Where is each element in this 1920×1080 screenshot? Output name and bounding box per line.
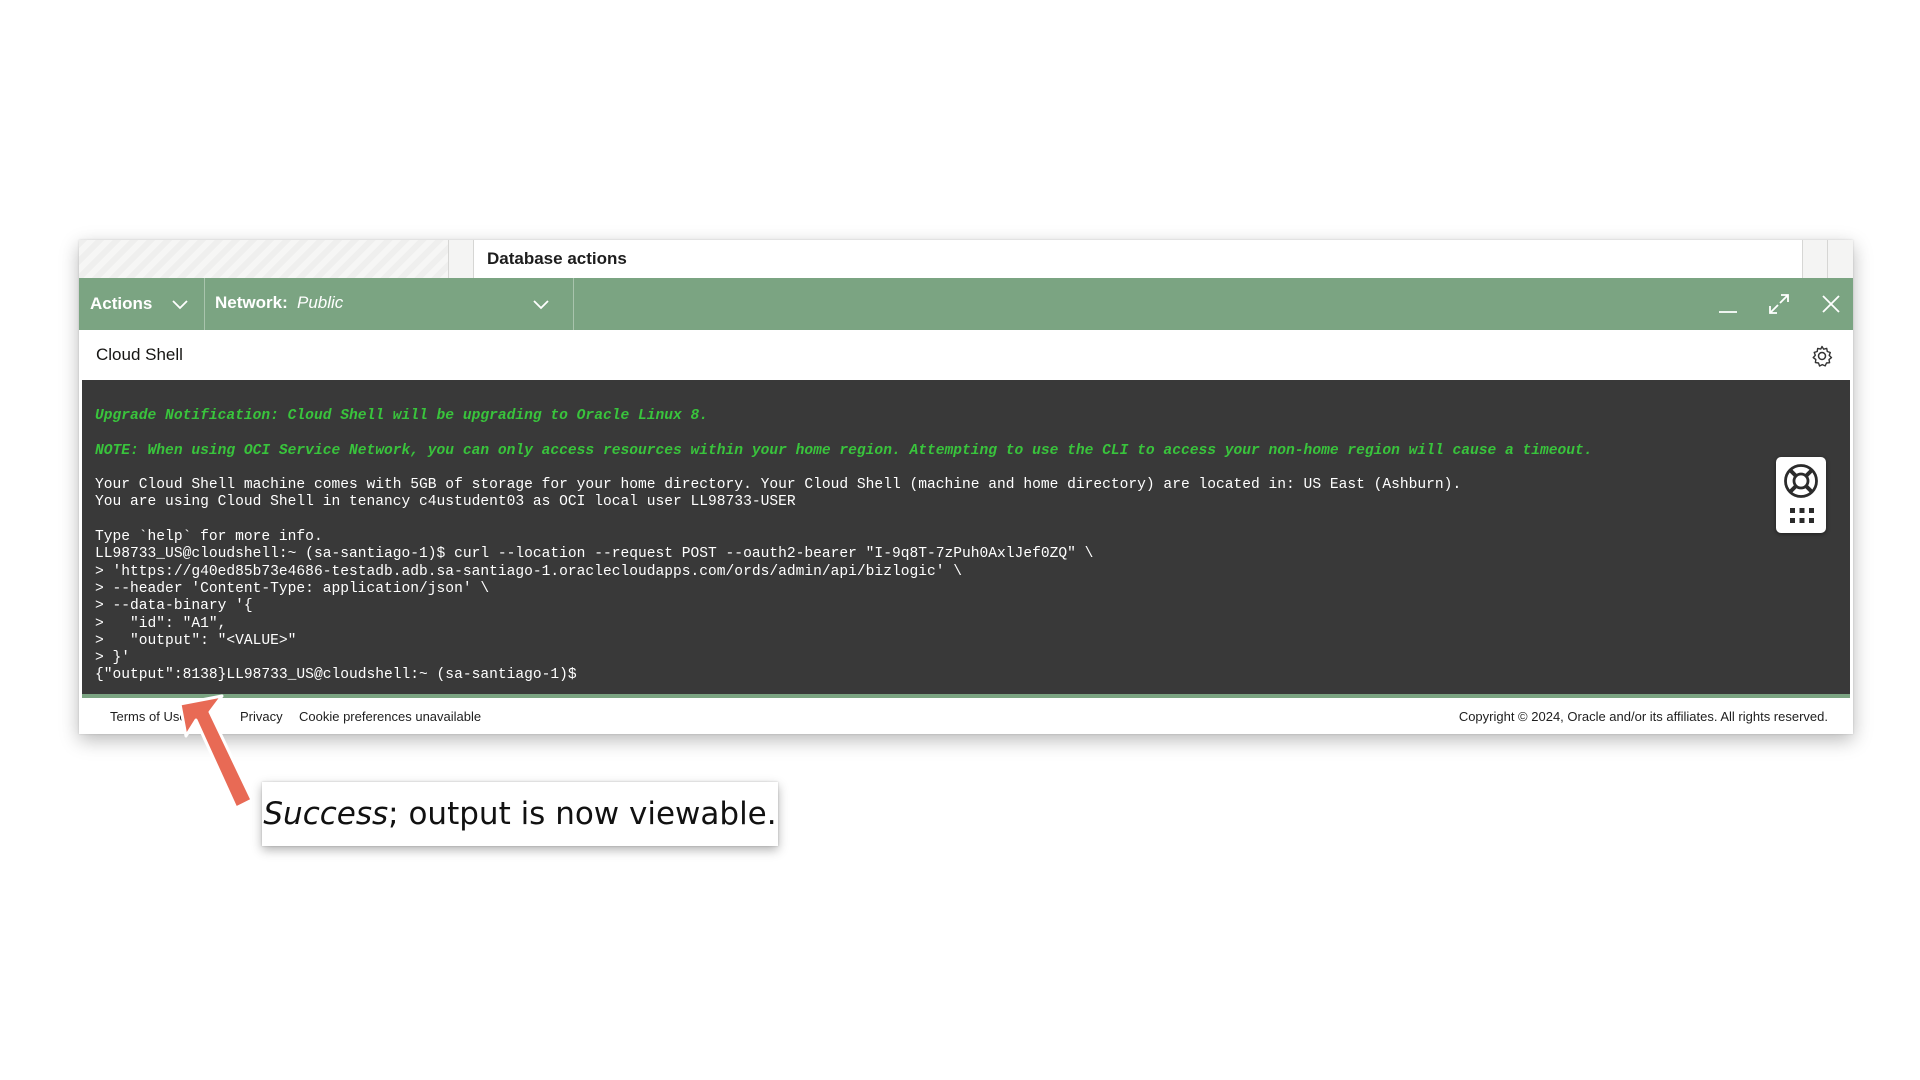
grid-icon — [1790, 508, 1814, 523]
maximize-icon[interactable] — [1765, 290, 1793, 318]
header-title-area — [474, 240, 1802, 278]
gear-icon[interactable] — [1810, 344, 1834, 368]
network-label: Network: — [215, 293, 288, 312]
cloud-shell-toolbar: Actions Network: Public — [79, 278, 1853, 330]
terminal-line: Type `help` for more info. — [95, 529, 323, 546]
cookie-preferences-link[interactable]: Cookie preferences unavailable — [299, 709, 481, 724]
database-actions-header: Database actions — [79, 240, 1853, 278]
chevron-down-icon — [533, 300, 549, 310]
terminal-line: NOTE: When using OCI Service Network, yo… — [95, 442, 1593, 459]
terminal-line: You are using Cloud Shell in tenancy c4u… — [95, 494, 796, 511]
terminal-line: > 'https://g40ed85b73e4686-testadb.adb.s… — [95, 563, 963, 580]
divider — [448, 240, 449, 278]
terminal-line: {"output":8138}LL98733_US@cloudshell:~ (… — [95, 667, 577, 684]
cloud-shell-panel: Cloud Shell Upgrade Notification: Cloud … — [82, 330, 1850, 734]
terminal-line: > --header 'Content-Type: application/js… — [95, 580, 490, 597]
terminal-lines: Upgrade Notification: Cloud Shell will b… — [95, 408, 1593, 685]
terminal-output[interactable]: Upgrade Notification: Cloud Shell will b… — [82, 380, 1850, 694]
terminal-line: > --data-binary '{ — [95, 598, 253, 615]
divider — [573, 278, 574, 330]
arrow-annotation-icon — [178, 694, 254, 810]
copyright-text: Copyright © 2024, Oracle and/or its affi… — [1458, 709, 1828, 724]
header-pattern — [79, 240, 449, 278]
terminal-line: > "id": "A1", — [95, 615, 227, 632]
chevron-down-icon — [172, 300, 188, 310]
terminal-line: Upgrade Notification: Cloud Shell will b… — [95, 408, 709, 424]
page-title: Database actions — [487, 249, 627, 268]
divider — [1827, 240, 1828, 278]
divider — [1802, 240, 1803, 278]
footer: Terms of Use Privacy Cookie preferences … — [82, 698, 1850, 734]
network-value: Public — [297, 293, 344, 312]
annotation-callout: Success; output is now viewable. — [262, 782, 778, 846]
close-icon[interactable] — [1817, 290, 1845, 318]
callout-text: ; output is now viewable. — [388, 796, 777, 832]
terminal-line: LL98733_US@cloudshell:~ (sa-santiago-1)$… — [95, 546, 1094, 563]
actions-label: Actions — [90, 294, 153, 313]
actions-menu-button[interactable]: Actions — [79, 278, 204, 330]
lifebuoy-icon — [1784, 464, 1818, 498]
help-widget[interactable] — [1776, 457, 1826, 533]
callout-emphasis: Success — [263, 796, 389, 832]
cloud-shell-window: Database actions Actions Network: Public — [79, 240, 1853, 734]
cloud-shell-header: Cloud Shell — [82, 330, 1850, 380]
cloud-shell-title: Cloud Shell — [96, 345, 183, 364]
terminal-line: > "output": "<VALUE>" — [95, 632, 297, 649]
minimize-icon[interactable] — [1714, 290, 1742, 318]
network-select[interactable]: Network: Public — [205, 278, 573, 330]
terminal-line: Your Cloud Shell machine comes with 5GB … — [95, 477, 1462, 494]
terminal-line: > }' — [95, 650, 131, 667]
